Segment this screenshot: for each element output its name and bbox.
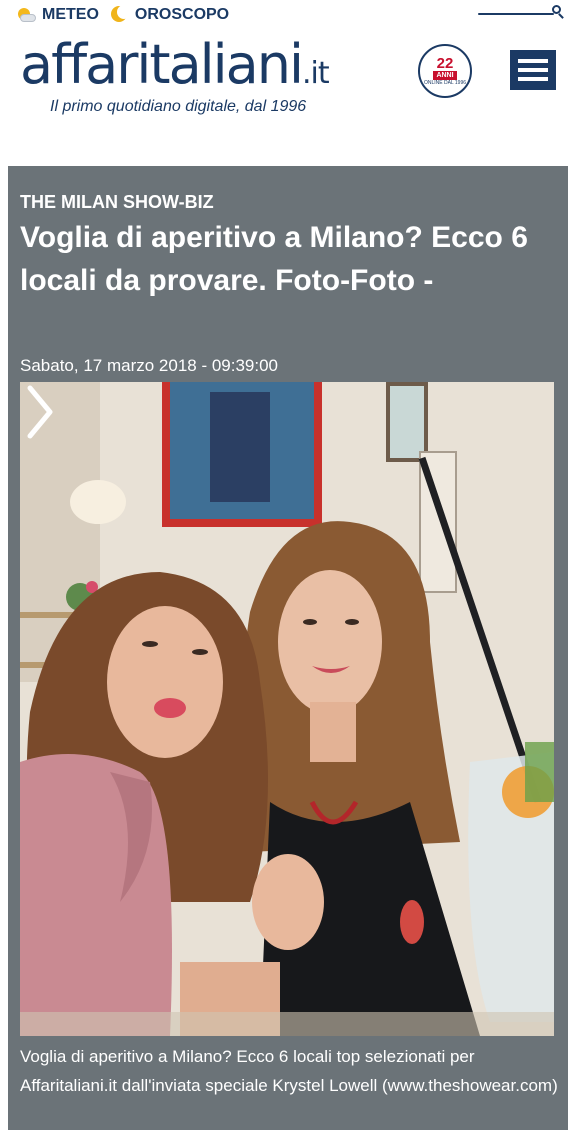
article-card: THE MILAN SHOW-BIZ Voglia di aperitivo a… <box>8 166 568 1130</box>
hamburger-menu-icon[interactable] <box>510 50 556 90</box>
meteo-link[interactable]: METEO <box>16 6 99 24</box>
moon-icon <box>109 5 131 24</box>
badge-label: ANNI <box>433 70 457 80</box>
gallery-photo[interactable] <box>20 382 554 1036</box>
badge-subtext: ONLINE DAL 1996 <box>423 79 467 86</box>
oroscopo-label: OROSCOPO <box>134 6 230 23</box>
article-date: Sabato, 17 marzo 2018 - 09:39:00 <box>20 356 279 375</box>
meteo-label: METEO <box>42 6 99 23</box>
logo-tagline: Il primo quotidiano digitale, dal 1996 <box>50 98 307 115</box>
photo-illustration <box>20 382 554 1036</box>
article-headline: Voglia di aperitivo a Milano? Ecco 6 loc… <box>20 221 528 297</box>
chevron-right-icon[interactable] <box>20 382 60 442</box>
site-logo[interactable]: affaritaliani.it <box>20 33 330 96</box>
logo-tld: .it <box>302 56 330 91</box>
logo-name: affaritaliani <box>20 33 304 96</box>
photo-caption: Voglia di aperitivo a Milano? Ecco 6 loc… <box>20 1047 558 1095</box>
oroscopo-link[interactable]: OROSCOPO <box>109 5 230 24</box>
article-section[interactable]: THE MILAN SHOW-BIZ <box>20 192 214 213</box>
sun-cloud-icon <box>16 6 38 24</box>
badge-number: 22 <box>436 54 454 72</box>
top-links: METEO OROSCOPO <box>16 4 239 26</box>
anniversary-badge: 22 ANNI ONLINE DAL 1996 <box>418 44 472 98</box>
search-field[interactable] <box>476 4 564 20</box>
search-input-underline[interactable] <box>478 13 554 15</box>
